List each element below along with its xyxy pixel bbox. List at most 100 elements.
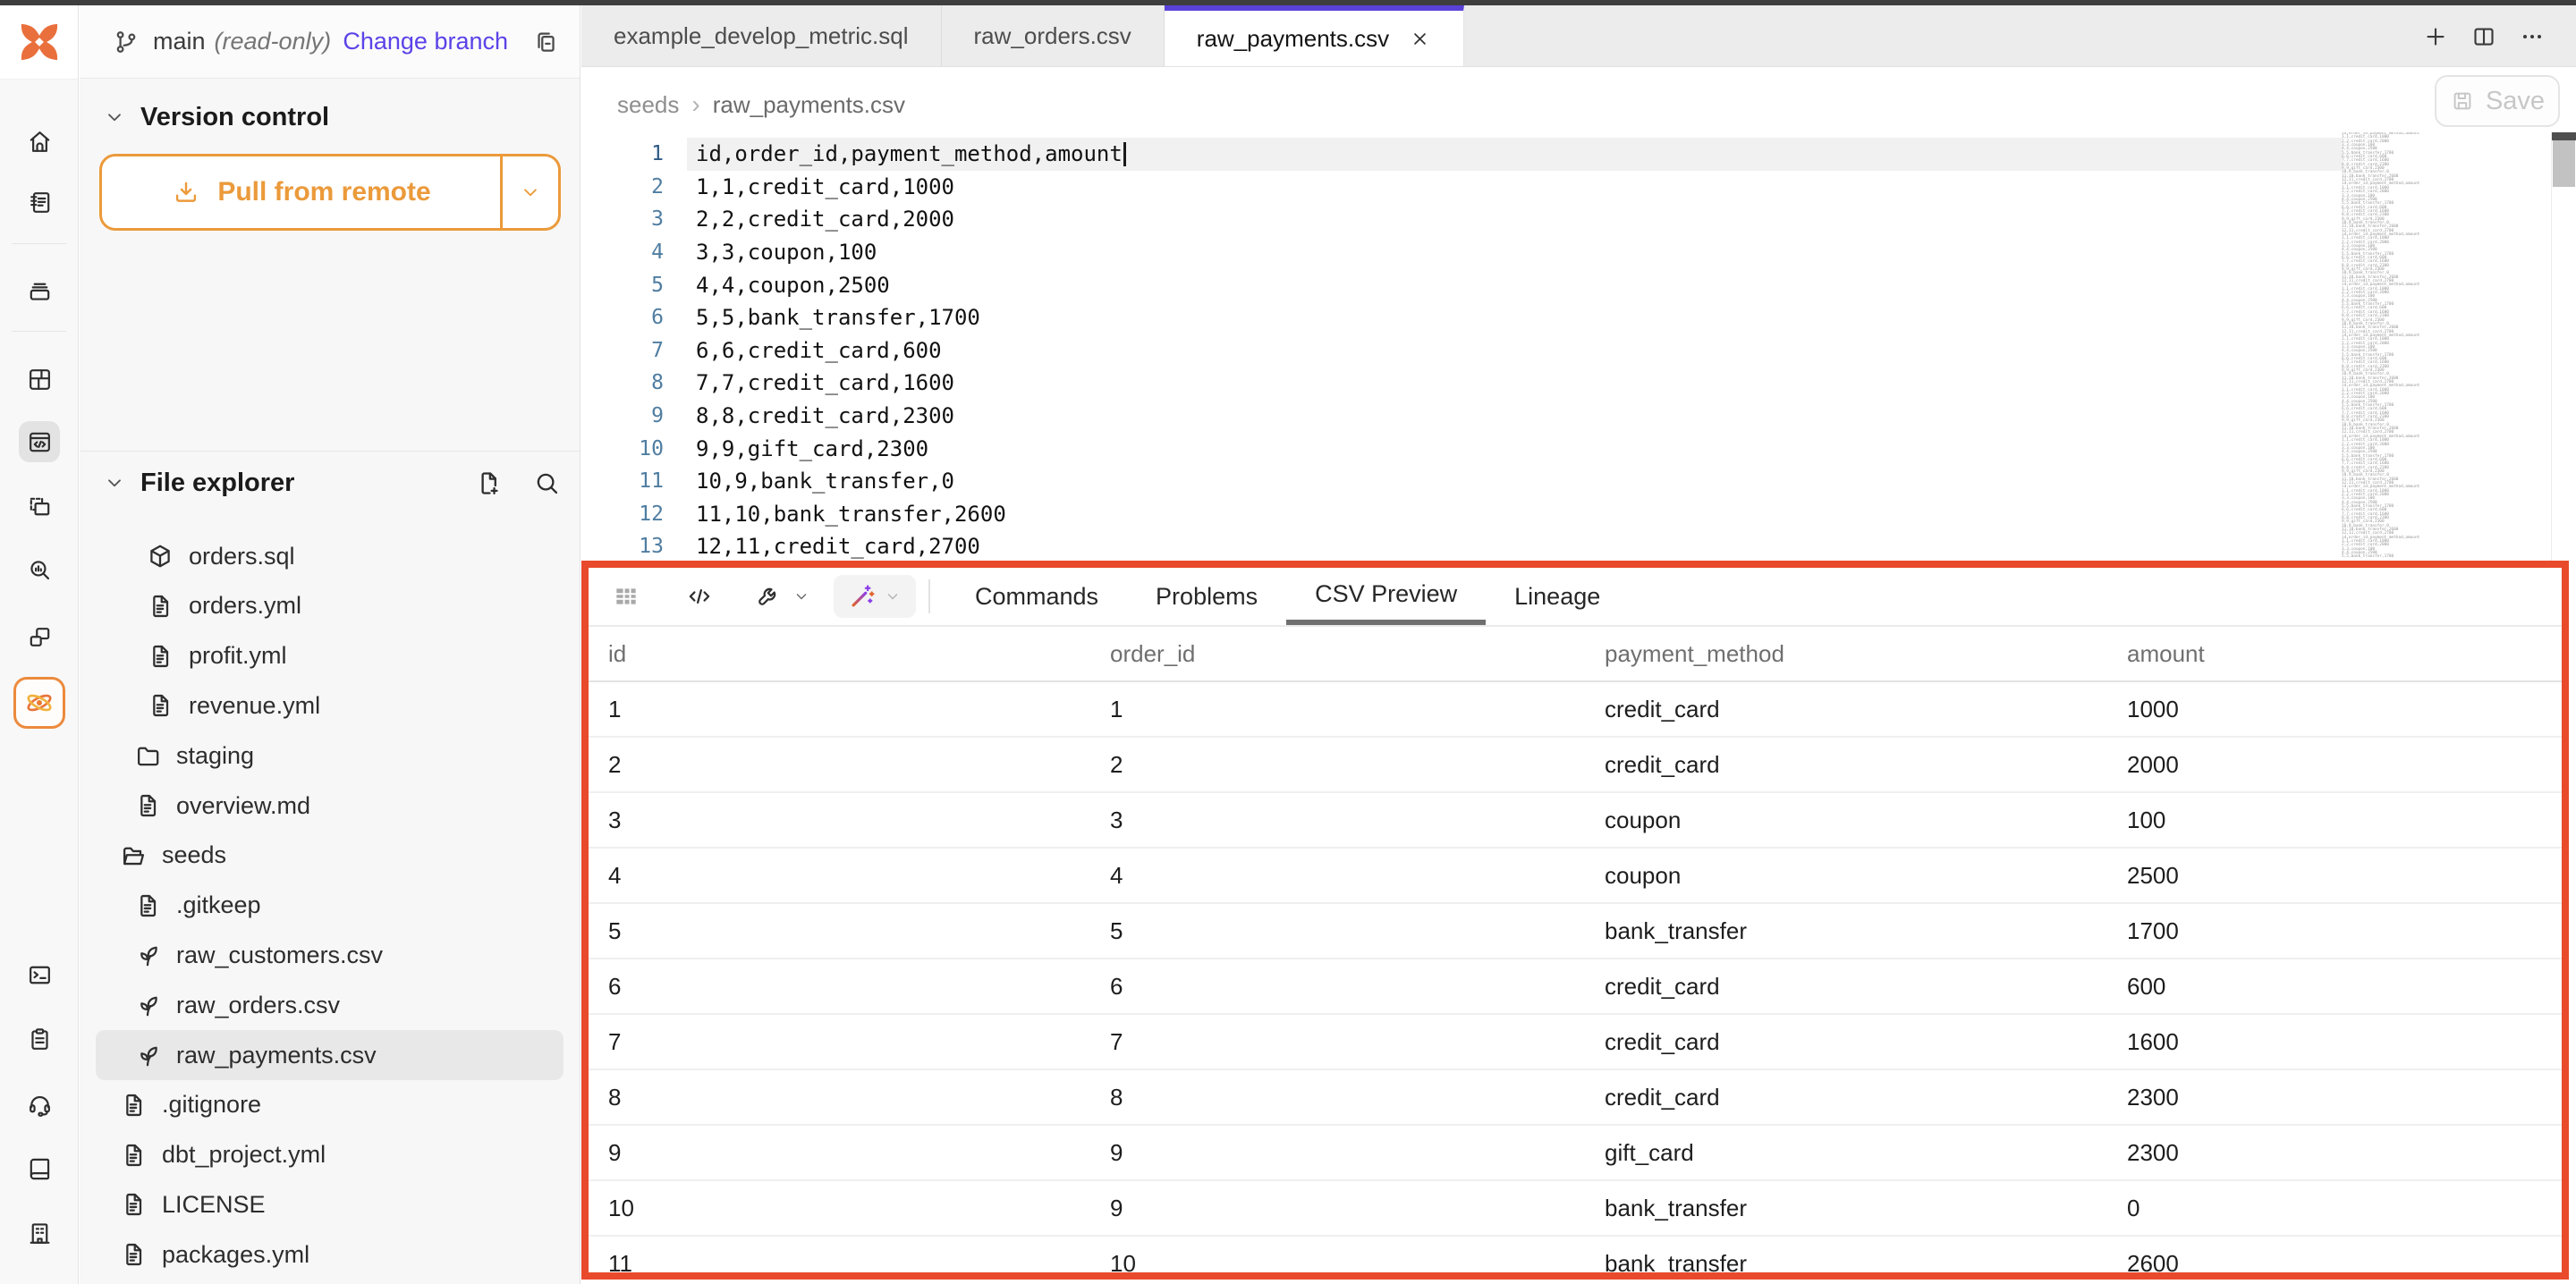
home-icon[interactable] xyxy=(19,121,60,162)
line-text[interactable]: 8,8,credit_card,2300 xyxy=(687,400,2342,433)
headset-icon[interactable] xyxy=(19,1084,60,1125)
file-item-license[interactable]: LICENSE xyxy=(96,1179,564,1229)
column-header-payment_method: payment_method xyxy=(1585,640,2107,668)
split-editor-icon[interactable] xyxy=(2470,23,2497,50)
layers-icon[interactable] xyxy=(19,270,60,311)
chevron-down-icon[interactable] xyxy=(103,106,126,129)
code-view-icon[interactable] xyxy=(685,582,714,611)
line-text[interactable]: id,order_id,payment_method,amount xyxy=(687,138,2342,171)
new-tab-icon[interactable] xyxy=(2422,23,2449,50)
file-item-profit-yml[interactable]: profit.yml xyxy=(96,631,564,681)
chevron-down-icon[interactable] xyxy=(103,471,126,494)
line-number: 4 xyxy=(581,241,687,264)
file-item-staging[interactable]: staging xyxy=(96,731,564,781)
file-item-revenue-yml[interactable]: revenue.yml xyxy=(96,680,564,731)
line-text[interactable]: 12,11,credit_card,2700 xyxy=(687,530,2342,563)
notebook-icon[interactable] xyxy=(19,182,60,223)
activity-separator xyxy=(12,243,66,244)
code-editor-icon[interactable] xyxy=(19,421,60,462)
file-item-orders-sql[interactable]: orders.sql xyxy=(96,531,564,581)
chevron-down-icon[interactable] xyxy=(792,587,810,605)
pull-options-dropdown[interactable] xyxy=(503,156,558,228)
file-item-overview-md[interactable]: overview.md xyxy=(96,781,564,831)
file-item-orders-yml[interactable]: orders.yml xyxy=(96,581,564,631)
close-icon[interactable] xyxy=(1409,28,1431,50)
file-item-raw-customers-csv[interactable]: raw_customers.csv xyxy=(96,930,564,980)
code-line: 54,4,coupon,2500 xyxy=(581,268,2342,301)
more-options-icon[interactable] xyxy=(2519,23,2546,50)
file-item-label: raw_orders.csv xyxy=(176,992,340,1019)
table-row: 88credit_card2300 xyxy=(589,1070,2562,1126)
panel-tab-problems[interactable]: Problems xyxy=(1127,568,1286,625)
chevron-down-icon xyxy=(884,587,902,605)
search-insights-icon[interactable] xyxy=(19,549,60,590)
building-icon[interactable] xyxy=(19,1212,60,1254)
table-row: 1110bank_transfer2600 xyxy=(589,1237,2562,1280)
file-item-raw-payments-csv[interactable]: raw_payments.csv xyxy=(96,1030,564,1080)
new-file-icon[interactable] xyxy=(474,469,504,498)
line-text[interactable]: 7,7,credit_card,1600 xyxy=(687,367,2342,400)
table-cell: 4 xyxy=(1090,862,1585,890)
table-cell: 7 xyxy=(1090,1028,1585,1056)
tab-raw-orders-csv[interactable]: raw_orders.csv xyxy=(942,5,1165,66)
tab-example-develop-metric-sql[interactable]: example_develop_metric.sql xyxy=(581,5,942,66)
windows-icon[interactable] xyxy=(19,616,60,657)
search-icon[interactable] xyxy=(532,469,562,498)
code-line: 1110,9,bank_transfer,0 xyxy=(581,465,2342,498)
scrollbar-thumb[interactable] xyxy=(2553,140,2575,187)
line-text[interactable]: 4,4,coupon,2500 xyxy=(687,268,2342,301)
csv-preview-table: idorder_idpayment_methodamount 11credit_… xyxy=(589,627,2562,1280)
file-item-seeds[interactable]: seeds xyxy=(96,831,564,881)
file-item-raw-orders-csv[interactable]: raw_orders.csv xyxy=(96,980,564,1030)
pull-from-remote-button[interactable]: Pull from remote xyxy=(99,154,561,231)
line-text[interactable]: 6,6,credit_card,600 xyxy=(687,334,2342,367)
editor-minimap[interactable]: id,order_id,payment_method,amount 1,1,cr… xyxy=(2342,132,2547,562)
file-item-label: raw_payments.csv xyxy=(176,1042,377,1069)
wrench-icon[interactable] xyxy=(755,582,784,611)
floppy-save-icon xyxy=(2450,89,2475,114)
file-item-dbt-project-yml[interactable]: dbt_project.yml xyxy=(96,1130,564,1180)
dashboard-icon[interactable] xyxy=(19,359,60,400)
file-icon xyxy=(146,592,174,621)
table-cell: 1 xyxy=(1090,696,1585,723)
file-item--gitignore[interactable]: .gitignore xyxy=(96,1080,564,1130)
table-view-icon[interactable] xyxy=(612,582,640,611)
magic-wand-button[interactable] xyxy=(834,575,916,618)
line-number: 7 xyxy=(581,339,687,362)
clipboard-icon[interactable] xyxy=(19,1018,60,1060)
file-icon xyxy=(119,1190,148,1219)
atom-icon[interactable] xyxy=(13,677,65,729)
line-text[interactable]: 2,2,credit_card,2000 xyxy=(687,203,2342,236)
tab-raw-payments-csv[interactable]: raw_payments.csv xyxy=(1165,5,1464,66)
book-icon[interactable] xyxy=(19,1148,60,1189)
code-editor[interactable]: 1id,order_id,payment_method,amount21,1,c… xyxy=(581,138,2342,563)
file-explorer-header: File explorer xyxy=(103,460,562,506)
line-text[interactable]: 1,1,credit_card,1000 xyxy=(687,171,2342,204)
save-button[interactable]: Save xyxy=(2435,75,2560,127)
table-cell: 2300 xyxy=(2107,1139,2562,1167)
line-text[interactable]: 10,9,bank_transfer,0 xyxy=(687,465,2342,498)
file-item-label: raw_customers.csv xyxy=(176,942,383,969)
table-cell: 3 xyxy=(1090,807,1585,834)
line-text[interactable]: 5,5,bank_transfer,1700 xyxy=(687,301,2342,334)
terminal-icon[interactable] xyxy=(19,954,60,995)
file-item-label: revenue.yml xyxy=(189,692,320,720)
line-text[interactable]: 11,10,bank_transfer,2600 xyxy=(687,498,2342,531)
change-branch-link[interactable]: Change branch xyxy=(343,28,508,55)
panel-tab-csv-preview[interactable]: CSV Preview xyxy=(1286,568,1486,625)
table-cell: 7 xyxy=(589,1028,1090,1056)
file-item-packages-yml[interactable]: packages.yml xyxy=(96,1229,564,1280)
panel-tab-commands[interactable]: Commands xyxy=(946,568,1127,625)
table-cell: 1 xyxy=(589,696,1090,723)
line-text[interactable]: 9,9,gift_card,2300 xyxy=(687,432,2342,465)
file-item--gitkeep[interactable]: .gitkeep xyxy=(96,881,564,931)
file-item-label: orders.yml xyxy=(189,592,301,620)
seed-icon xyxy=(133,991,162,1019)
frame-select-icon[interactable] xyxy=(19,486,60,528)
line-number: 1 xyxy=(581,142,687,165)
table-cell: 2300 xyxy=(2107,1084,2562,1111)
panel-tab-lineage[interactable]: Lineage xyxy=(1486,568,1629,625)
table-cell: bank_transfer xyxy=(1585,1250,2107,1278)
line-text[interactable]: 3,3,coupon,100 xyxy=(687,236,2342,269)
copy-commit-icon[interactable] xyxy=(531,28,560,56)
